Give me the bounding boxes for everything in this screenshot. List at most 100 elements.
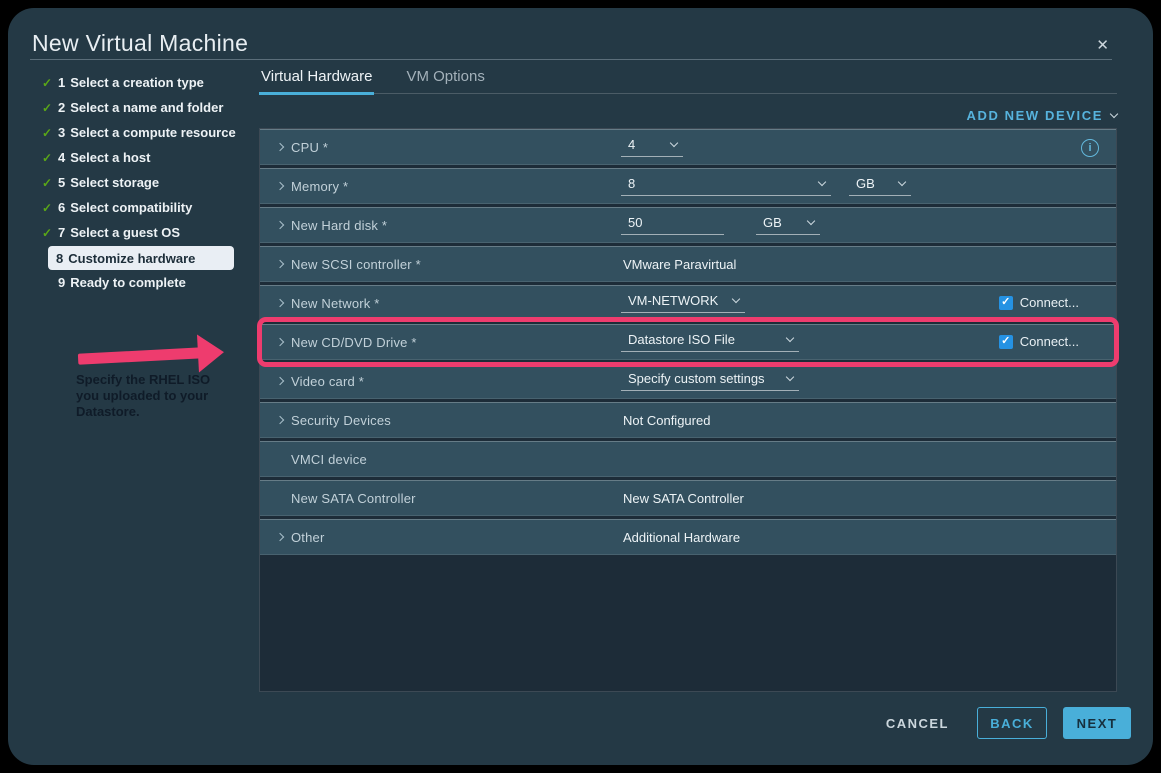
memory-size-dropdown[interactable]: 8 <box>621 175 831 196</box>
step-number: 2 <box>58 100 65 115</box>
row-label: New Network * <box>291 296 380 311</box>
video-card-value: Specify custom settings <box>628 371 765 386</box>
row-label: CPU * <box>291 140 328 155</box>
chevron-right-icon[interactable] <box>276 338 284 346</box>
sata-controller-value: New SATA Controller <box>623 491 744 506</box>
cpu-count-value: 4 <box>628 137 635 152</box>
cpu-count-dropdown[interactable]: 4 <box>621 136 683 157</box>
row-label: Other <box>291 530 325 545</box>
row-video-card[interactable]: Video card * Specify custom settings <box>260 363 1116 399</box>
memory-unit-value: GB <box>856 176 875 191</box>
checkmark-icon: ✓ <box>42 226 58 240</box>
network-dropdown[interactable]: VM-NETWORK <box>621 292 745 313</box>
step-select-compute-resource[interactable]: ✓ 3 Select a compute resource <box>42 120 257 145</box>
checkbox-label: Connect... <box>1020 295 1079 310</box>
row-cpu[interactable]: CPU * 4 i <box>260 129 1116 165</box>
close-icon[interactable]: ✕ <box>1096 36 1109 54</box>
step-select-compatibility[interactable]: ✓ 6 Select compatibility <box>42 195 257 220</box>
row-other[interactable]: Other Additional Hardware <box>260 519 1116 555</box>
chevron-down-icon <box>786 334 794 342</box>
step-label: Select a creation type <box>70 75 204 90</box>
tab-bar: Virtual Hardware VM Options <box>259 64 1117 94</box>
step-label: Customize hardware <box>68 251 195 266</box>
chevron-right-icon[interactable] <box>276 182 284 190</box>
row-label: VMCI device <box>291 452 367 467</box>
chevron-right-icon[interactable] <box>276 299 284 307</box>
row-label: Security Devices <box>291 413 391 428</box>
row-security-devices[interactable]: Security Devices Not Configured <box>260 402 1116 438</box>
checkmark-icon: ✓ <box>42 151 58 165</box>
chevron-down-icon <box>670 139 678 147</box>
checkmark-icon: ✓ <box>42 126 58 140</box>
step-select-guest-os[interactable]: ✓ 7 Select a guest OS <box>42 220 257 245</box>
step-number: 5 <box>58 175 65 190</box>
chevron-right-icon[interactable] <box>276 143 284 151</box>
chevron-right-icon[interactable] <box>276 533 284 541</box>
row-label: Video card * <box>291 374 364 389</box>
chevron-down-icon <box>818 178 826 186</box>
chevron-down-icon <box>898 178 906 186</box>
scsi-controller-value: VMware Paravirtual <box>623 257 736 272</box>
disk-size-input[interactable] <box>621 214 724 235</box>
row-new-hard-disk[interactable]: New Hard disk * GB <box>260 207 1116 243</box>
chevron-down-icon <box>732 295 740 303</box>
device-list: CPU * 4 i Memory * 8 GB New Hard disk * <box>259 128 1117 692</box>
network-value: VM-NETWORK <box>628 293 718 308</box>
row-memory[interactable]: Memory * 8 GB <box>260 168 1116 204</box>
step-number: 1 <box>58 75 65 90</box>
row-label: New SCSI controller * <box>291 257 421 272</box>
step-select-host[interactable]: ✓ 4 Select a host <box>42 145 257 170</box>
back-button[interactable]: BACK <box>977 707 1047 739</box>
video-card-dropdown[interactable]: Specify custom settings <box>621 370 799 391</box>
chevron-down-icon <box>1110 109 1118 117</box>
step-number: 3 <box>58 125 65 140</box>
row-label: New CD/DVD Drive * <box>291 335 417 350</box>
annotation-note: Specify the RHEL ISO you uploaded to you… <box>76 372 231 420</box>
header-divider <box>30 59 1112 60</box>
step-ready-to-complete: 9 Ready to complete <box>42 270 257 295</box>
step-label: Select a name and folder <box>70 100 223 115</box>
next-button[interactable]: NEXT <box>1063 707 1131 739</box>
row-new-network[interactable]: New Network * VM-NETWORK ✓ Connect... <box>260 285 1116 321</box>
row-vmci-device: VMCI device <box>260 441 1116 477</box>
step-label: Select a host <box>70 150 150 165</box>
cddvd-connect-checkbox[interactable]: ✓ Connect... <box>999 334 1079 349</box>
disk-unit-dropdown[interactable]: GB <box>756 214 820 235</box>
network-connect-checkbox[interactable]: ✓ Connect... <box>999 295 1079 310</box>
checkbox-checked-icon[interactable]: ✓ <box>999 335 1013 349</box>
step-label: Ready to complete <box>70 275 186 290</box>
step-label: Select a guest OS <box>70 225 180 240</box>
chevron-right-icon[interactable] <box>276 221 284 229</box>
chevron-down-icon <box>807 217 815 225</box>
step-select-name-folder[interactable]: ✓ 2 Select a name and folder <box>42 95 257 120</box>
step-select-storage[interactable]: ✓ 5 Select storage <box>42 170 257 195</box>
cddvd-source-value: Datastore ISO File <box>628 332 735 347</box>
row-new-cddvd-drive[interactable]: New CD/DVD Drive * Datastore ISO File ✓ … <box>260 324 1116 360</box>
row-new-scsi-controller[interactable]: New SCSI controller * VMware Paravirtual <box>260 246 1116 282</box>
memory-unit-dropdown[interactable]: GB <box>849 175 911 196</box>
footer: CANCEL BACK NEXT <box>886 707 1131 739</box>
row-new-sata-controller: New SATA Controller New SATA Controller <box>260 480 1116 516</box>
security-devices-value: Not Configured <box>623 413 710 428</box>
checkbox-checked-icon[interactable]: ✓ <box>999 296 1013 310</box>
checkmark-icon: ✓ <box>42 101 58 115</box>
chevron-right-icon[interactable] <box>276 260 284 268</box>
add-new-device-button[interactable]: ADD NEW DEVICE <box>966 108 1117 123</box>
disk-unit-value: GB <box>763 215 782 230</box>
chevron-right-icon[interactable] <box>276 416 284 424</box>
chevron-right-icon[interactable] <box>276 377 284 385</box>
info-icon[interactable]: i <box>1081 139 1099 157</box>
cddvd-source-dropdown[interactable]: Datastore ISO File <box>621 331 799 352</box>
step-label: Select a compute resource <box>70 125 235 140</box>
row-label: Memory * <box>291 179 348 194</box>
checkmark-icon: ✓ <box>42 76 58 90</box>
step-number: 4 <box>58 150 65 165</box>
checkmark-icon: ✓ <box>42 201 58 215</box>
cancel-button[interactable]: CANCEL <box>886 716 949 731</box>
step-label: Select compatibility <box>70 200 192 215</box>
step-number: 6 <box>58 200 65 215</box>
step-select-creation-type[interactable]: ✓ 1 Select a creation type <box>42 70 257 95</box>
tab-vm-options[interactable]: VM Options <box>404 64 486 93</box>
step-customize-hardware-active[interactable]: 8 Customize hardware <box>48 246 234 270</box>
tab-virtual-hardware[interactable]: Virtual Hardware <box>259 64 374 95</box>
